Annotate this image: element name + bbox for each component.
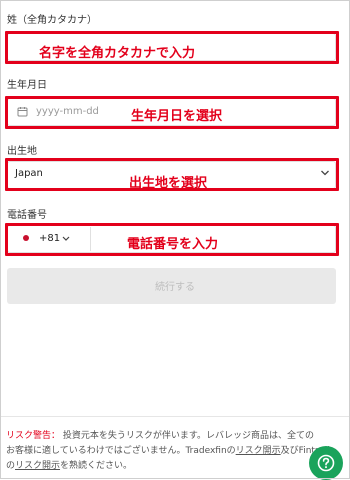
phone-divider — [90, 227, 91, 251]
birthplace-label: 出生地 — [7, 146, 37, 157]
birthdate-label: 生年月日 — [7, 80, 47, 91]
surname-annotation: 名字を全角カタカナで入力 — [39, 46, 196, 61]
country-code[interactable]: +81 — [39, 233, 60, 244]
footer-divider — [0, 416, 350, 417]
chevron-down-icon — [321, 170, 329, 176]
birthplace-annotation: 出生地を選択 — [129, 176, 208, 191]
phone-label: 電話番号 — [7, 210, 47, 221]
phone-annotation: 電話番号を入力 — [127, 237, 219, 252]
risk-warning-text-2: お客様に適しているわけではございません。Tradexfinの — [6, 446, 236, 456]
help-button[interactable] — [309, 446, 343, 480]
surname-label: 姓（全角カタカナ） — [7, 15, 97, 26]
risk-disclosure-link-2[interactable]: リスク開示 — [15, 461, 60, 471]
flag-icon — [23, 235, 29, 241]
birthdate-placeholder: yyyy-mm-dd — [36, 106, 99, 117]
calendar-icon — [17, 107, 28, 117]
help-icon — [317, 454, 335, 472]
birthplace-value: Japan — [15, 168, 43, 179]
continue-button-label: 続行する — [155, 282, 195, 293]
country-code-chevron-icon[interactable] — [62, 235, 70, 242]
birthdate-annotation: 生年月日を選択 — [131, 109, 223, 124]
risk-disclosure-link-1[interactable]: リスク開示 — [236, 446, 281, 456]
risk-warning-label: リスク警告： — [6, 431, 61, 441]
risk-warning-text-1: 投資元本を失うリスクが伴います。レバレッジ商品は、全ての — [60, 431, 314, 441]
risk-warning: リスク警告： 投資元本を失うリスクが伴います。レバレッジ商品は、全ての お客様に… — [6, 429, 344, 474]
risk-warning-text-4: を熟読ください。 — [60, 461, 133, 471]
